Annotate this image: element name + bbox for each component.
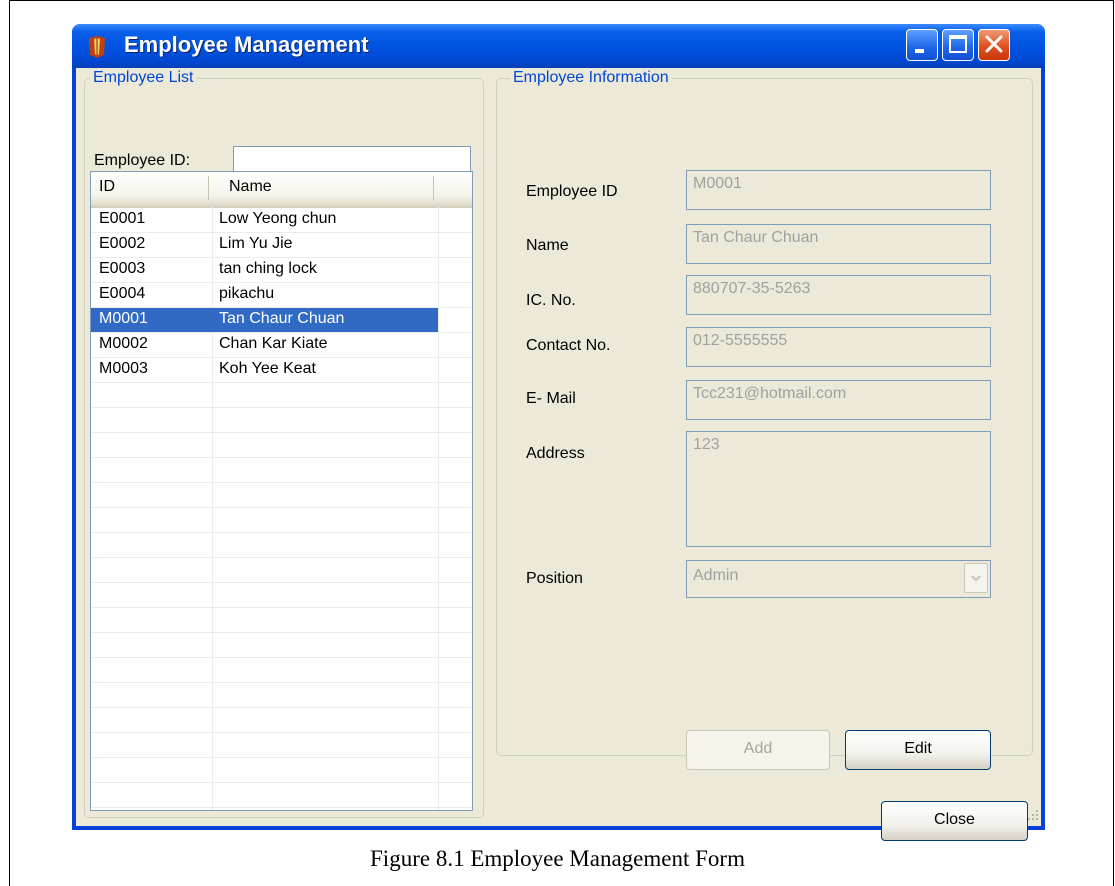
cell-id: M0003: [99, 360, 148, 377]
cell-id: E0002: [99, 235, 146, 252]
minimize-icon: [915, 49, 924, 53]
cell-id: E0004: [99, 285, 146, 302]
employee-id-field[interactable]: M0001: [686, 170, 991, 210]
chevron-down-icon: [971, 575, 981, 582]
position-select[interactable]: Admin: [686, 560, 991, 598]
empty-row: [91, 483, 472, 508]
column-separator[interactable]: [433, 176, 434, 200]
table-row[interactable]: E0004 pikachu: [91, 283, 472, 308]
table-row[interactable]: E0001 Low Yeong chun: [91, 208, 472, 233]
position-select-value: Admin: [693, 567, 739, 584]
title-bar[interactable]: Employee Management: [72, 24, 1045, 68]
position-label: Position: [526, 570, 583, 587]
address-label: Address: [526, 445, 585, 462]
empty-row: [91, 758, 472, 783]
add-button[interactable]: Add: [686, 730, 830, 770]
column-header-id[interactable]: ID: [99, 178, 115, 196]
email-label: E- Mail: [526, 390, 576, 407]
empty-row: [91, 783, 472, 808]
table-row[interactable]: M0001 Tan Chaur Chuan: [91, 308, 472, 333]
email-field[interactable]: Tcc231@hotmail.com: [686, 380, 991, 420]
employee-id-label: Employee ID: [526, 183, 618, 200]
cell-id: M0002: [99, 335, 148, 352]
empty-row: [91, 458, 472, 483]
empty-row: [91, 683, 472, 708]
table-row[interactable]: M0003 Koh Yee Keat: [91, 358, 472, 383]
cell-id: E0001: [99, 210, 146, 227]
cell-name: tan ching lock: [219, 260, 317, 277]
figure-caption: Figure 8.1 Employee Management Form: [370, 846, 745, 871]
empty-row: [91, 708, 472, 733]
cell-name: Koh Yee Keat: [219, 360, 316, 377]
employee-id-search-label: Employee ID:: [94, 152, 191, 169]
empty-row: [91, 408, 472, 433]
resize-grip-icon[interactable]: [1026, 808, 1040, 822]
empty-row: [91, 608, 472, 633]
employee-information-legend: Employee Information: [510, 69, 672, 87]
contact-number-field[interactable]: 012-5555555: [686, 327, 991, 367]
empty-row: [91, 433, 472, 458]
minimize-button[interactable]: [906, 29, 938, 61]
name-label: Name: [526, 237, 569, 254]
window-client-area: Employee List Employee ID: ID Name E0001…: [76, 68, 1041, 841]
empty-row: [91, 633, 472, 658]
column-header-name[interactable]: Name: [229, 178, 272, 196]
employee-list-view[interactable]: ID Name E0001 Low Yeong chun E0002 Lim Yu J…: [90, 171, 473, 811]
list-header: ID Name: [91, 172, 472, 208]
employee-management-window: Employee Management Employee List Employ…: [72, 24, 1045, 841]
empty-row: [91, 533, 472, 558]
empty-row: [91, 658, 472, 683]
table-row[interactable]: M0002 Chan Kar Kiate: [91, 333, 472, 358]
name-field[interactable]: Tan Chaur Chuan: [686, 224, 991, 264]
empty-row: [91, 383, 472, 408]
empty-row: [91, 558, 472, 583]
close-button[interactable]: Close: [881, 801, 1028, 841]
cell-id: E0003: [99, 260, 146, 277]
app-icon: [89, 36, 105, 58]
close-window-button[interactable]: [978, 29, 1010, 61]
cell-name: Lim Yu Jie: [219, 235, 293, 252]
cell-id: M0001: [99, 310, 148, 327]
empty-row: [91, 733, 472, 758]
empty-row: [91, 583, 472, 608]
maximize-button[interactable]: [942, 29, 974, 61]
cell-name: Chan Kar Kiate: [219, 335, 328, 352]
window-title: Employee Management: [124, 32, 369, 57]
table-row[interactable]: E0002 Lim Yu Jie: [91, 233, 472, 258]
cell-name: Low Yeong chun: [219, 210, 337, 227]
column-separator[interactable]: [208, 176, 209, 200]
contact-number-label: Contact No.: [526, 337, 611, 354]
position-dropdown-button[interactable]: [964, 563, 988, 593]
maximize-icon: [949, 35, 967, 53]
edit-button[interactable]: Edit: [845, 730, 991, 770]
cell-name: Tan Chaur Chuan: [219, 310, 345, 327]
table-row[interactable]: E0003 tan ching lock: [91, 258, 472, 283]
employee-list-legend: Employee List: [90, 69, 197, 87]
ic-number-label: IC. No.: [526, 292, 576, 309]
close-icon: [985, 35, 1003, 53]
address-field[interactable]: 123: [686, 431, 991, 547]
ic-number-field[interactable]: 880707-35-5263: [686, 275, 991, 315]
cell-name: pikachu: [219, 285, 275, 302]
empty-row: [91, 508, 472, 533]
